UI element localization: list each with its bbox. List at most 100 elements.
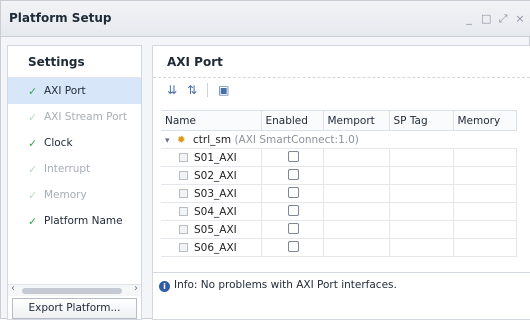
- column-header-memport[interactable]: Memport: [323, 110, 390, 131]
- memport-cell[interactable]: [323, 148, 390, 167]
- sp-tag-cell[interactable]: [389, 166, 454, 185]
- collapse-all-icon[interactable]: ⇊: [167, 83, 177, 97]
- toolbar: ⇊ ⇅ ▣: [153, 78, 530, 102]
- settings-header: Settings: [8, 46, 141, 78]
- axi-port-panel: AXI Port ⇊ ⇅ ▣ Name Enabled Memport SP T…: [152, 45, 530, 320]
- settings-item-label: AXI Stream Port: [44, 111, 127, 123]
- smartconnect-icon: ✹: [176, 133, 186, 146]
- export-platform-button[interactable]: Export Platform...: [12, 298, 137, 319]
- maximize-icon[interactable]: □: [481, 12, 491, 26]
- sp-tag-cell[interactable]: [389, 202, 454, 221]
- table-header-row: Name Enabled Memport SP Tag Memory: [161, 110, 517, 131]
- memory-cell[interactable]: [453, 148, 517, 167]
- settings-item-label: Interrupt: [44, 163, 91, 175]
- scroll-left-icon[interactable]: ‹: [11, 283, 15, 294]
- port-name: S04_AXI: [194, 205, 237, 218]
- settings-item-clock[interactable]: ✓ Clock: [8, 130, 141, 156]
- column-header-name[interactable]: Name: [161, 110, 262, 131]
- enabled-checkbox[interactable]: [287, 204, 299, 216]
- scroll-thumb[interactable]: [22, 288, 122, 294]
- memory-cell[interactable]: [453, 166, 517, 185]
- check-icon: ✓: [28, 214, 38, 228]
- platform-setup-window: Platform Setup _ □ ⤢ × Settings ✓ AXI Po…: [0, 0, 530, 320]
- table-row: S06_AXI: [161, 238, 517, 257]
- port-name-cell: S03_AXI: [161, 184, 262, 203]
- port-name-cell: S02_AXI: [161, 166, 262, 185]
- enabled-checkbox[interactable]: [287, 240, 299, 252]
- memory-cell[interactable]: [453, 238, 517, 257]
- chevron-down-icon[interactable]: ▾: [165, 136, 170, 146]
- column-header-enabled[interactable]: Enabled: [261, 110, 324, 131]
- enabled-cell: [261, 220, 324, 239]
- info-message-area: i Info: No problems with AXI Port interfa…: [153, 272, 530, 320]
- info-icon: i: [159, 281, 170, 292]
- settings-item-label: AXI Port: [44, 85, 86, 97]
- port-icon: [179, 206, 188, 216]
- port-name-cell: S04_AXI: [161, 202, 262, 221]
- enabled-checkbox[interactable]: [287, 150, 299, 162]
- table-row: S02_AXI: [161, 166, 517, 185]
- settings-item-memory[interactable]: ✓ Memory: [8, 182, 141, 208]
- settings-item-label: Memory: [44, 189, 87, 201]
- close-icon[interactable]: ×: [515, 12, 525, 26]
- group-name: ctrl_sm: [193, 133, 232, 146]
- sp-tag-cell[interactable]: [389, 220, 454, 239]
- scroll-right-icon[interactable]: ›: [134, 283, 138, 294]
- settings-item-platform-name[interactable]: ✓ Platform Name: [8, 208, 141, 234]
- column-header-memory[interactable]: Memory: [453, 110, 517, 131]
- settings-item-axi-port[interactable]: ✓ AXI Port: [8, 78, 141, 104]
- memport-cell[interactable]: [323, 220, 390, 239]
- table-row: S05_AXI: [161, 220, 517, 239]
- enabled-cell: [261, 238, 324, 257]
- port-icon: [179, 242, 188, 252]
- axi-port-header: AXI Port: [153, 46, 530, 78]
- port-name: S05_AXI: [194, 223, 237, 236]
- sp-tag-cell[interactable]: [389, 148, 454, 167]
- check-icon: ✓: [28, 136, 38, 150]
- port-icon: [179, 188, 188, 198]
- save-icon[interactable]: ▣: [218, 83, 229, 97]
- expand-all-icon[interactable]: ⇅: [187, 83, 197, 97]
- table-row: S01_AXI: [161, 148, 517, 167]
- memport-cell[interactable]: [323, 202, 390, 221]
- settings-item-axi-stream-port[interactable]: ✓ AXI Stream Port: [8, 104, 141, 130]
- column-header-sp-tag[interactable]: SP Tag: [389, 110, 454, 131]
- enabled-cell: [261, 148, 324, 167]
- memory-cell[interactable]: [453, 220, 517, 239]
- settings-item-interrupt[interactable]: ✓ Interrupt: [8, 156, 141, 182]
- horizontal-scrollbar[interactable]: ‹ ›: [8, 283, 141, 296]
- check-icon: ✓: [28, 188, 38, 202]
- window-title: Platform Setup: [9, 11, 112, 25]
- float-icon[interactable]: ⤢: [498, 12, 508, 26]
- port-name: S03_AXI: [194, 187, 237, 200]
- check-icon: ✓: [28, 162, 38, 176]
- info-message: Info: No problems with AXI Port interfac…: [174, 279, 397, 291]
- port-name-cell: S01_AXI: [161, 148, 262, 167]
- memory-cell[interactable]: [453, 184, 517, 203]
- port-name: S06_AXI: [194, 241, 237, 254]
- enabled-checkbox[interactable]: [287, 168, 299, 180]
- sp-tag-cell[interactable]: [389, 184, 454, 203]
- port-name: S02_AXI: [194, 169, 237, 182]
- memory-cell[interactable]: [453, 202, 517, 221]
- memport-cell[interactable]: [323, 184, 390, 203]
- check-icon: ✓: [28, 84, 38, 98]
- port-icon: [179, 170, 188, 180]
- group-detail: (AXI SmartConnect:1.0): [234, 133, 359, 146]
- enabled-checkbox[interactable]: [287, 186, 299, 198]
- window-controls: _ □ ⤢ ×: [464, 12, 525, 26]
- table-row: S03_AXI: [161, 184, 517, 203]
- group-row[interactable]: ▾ ✹ ctrl_sm (AXI SmartConnect:1.0): [161, 130, 516, 149]
- enabled-checkbox[interactable]: [287, 222, 299, 234]
- sp-tag-cell[interactable]: [389, 238, 454, 257]
- toolbar-separator: [207, 83, 209, 97]
- enabled-cell: [261, 184, 324, 203]
- settings-item-label: Platform Name: [44, 215, 123, 227]
- minimize-icon[interactable]: _: [464, 12, 474, 26]
- settings-item-label: Clock: [44, 137, 73, 149]
- table-row: S04_AXI: [161, 202, 517, 221]
- memport-cell[interactable]: [323, 166, 390, 185]
- enabled-cell: [261, 166, 324, 185]
- memport-cell[interactable]: [323, 238, 390, 257]
- enabled-cell: [261, 202, 324, 221]
